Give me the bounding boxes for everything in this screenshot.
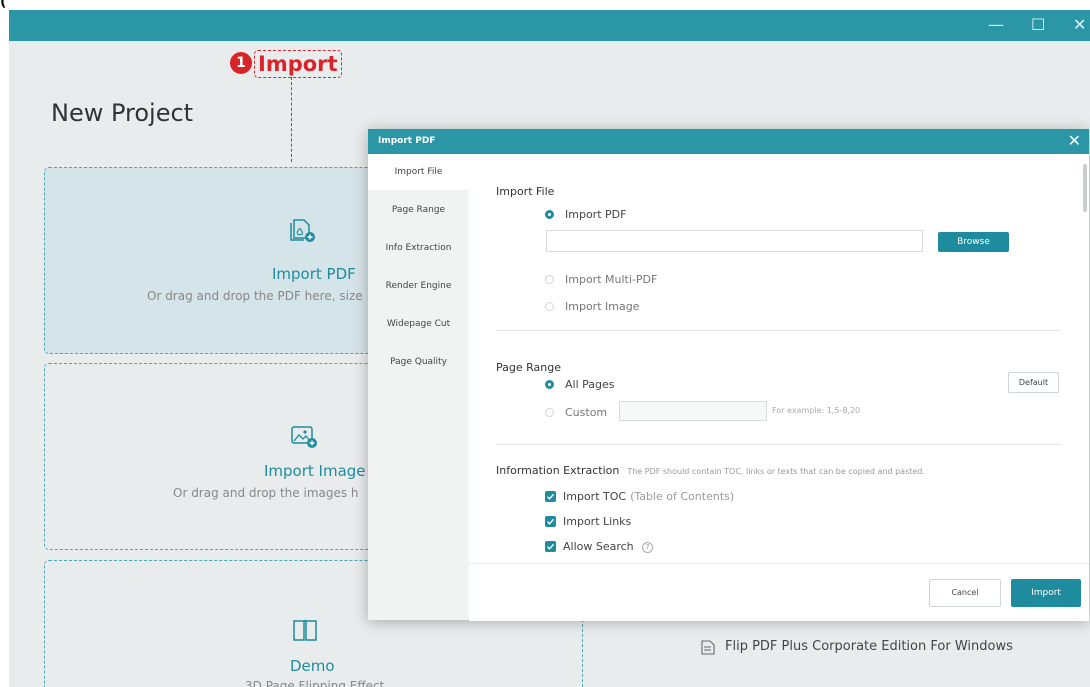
import-image-desc: Or drag and drop the images h (173, 486, 359, 500)
caption-fragment-text: ( (0, 0, 7, 10)
import-image-title: Import Image (264, 462, 366, 480)
document-icon (701, 640, 715, 655)
callout-number: 1 (230, 52, 252, 74)
import-pdf-radio-option[interactable]: Import PDF (545, 208, 626, 221)
nav-info-extraction[interactable]: Info Extraction (368, 230, 469, 266)
dialog-scrollbar[interactable] (1083, 164, 1087, 212)
import-multi-pdf-option[interactable]: Import Multi-PDF (545, 273, 657, 286)
default-button[interactable]: Default (1008, 372, 1059, 393)
allow-search-label: Allow Search (563, 540, 634, 553)
import-image-label: Import Image (565, 300, 640, 313)
custom-range-radio[interactable] (545, 408, 554, 417)
import-multi-pdf-label: Import Multi-PDF (565, 273, 658, 286)
allow-search-checkbox[interactable] (545, 541, 556, 552)
book-icon (293, 619, 317, 641)
demo-title: Demo (290, 657, 335, 675)
close-button[interactable]: ✕ (1073, 16, 1086, 34)
cancel-button[interactable]: Cancel (929, 579, 1001, 607)
import-toc-checkbox[interactable] (545, 491, 556, 502)
section-divider (496, 330, 1061, 331)
minimize-button[interactable]: — (988, 16, 1004, 34)
custom-range-example: For example: 1,5-8,20 (772, 406, 861, 415)
info-extraction-title: Information Extraction (496, 464, 620, 477)
caption-fragment: ( (0, 0, 40, 10)
custom-range-label: Custom (565, 406, 608, 419)
pdf-file-icon (290, 219, 315, 242)
dialog-title: Import PDF (378, 136, 436, 146)
custom-range-input[interactable] (619, 401, 767, 421)
callout-leader-line (291, 77, 292, 162)
import-file-heading: Import File (496, 185, 555, 198)
import-links-label: Import Links (563, 515, 632, 528)
checkmark-icon (547, 518, 555, 525)
browse-button[interactable]: Browse (938, 232, 1009, 252)
checkmark-icon (547, 543, 555, 550)
info-extraction-heading: Information Extraction The PDF should con… (496, 464, 925, 477)
demo-desc: 3D Page Flipping Effect (245, 679, 385, 687)
nav-page-range[interactable]: Page Range (368, 192, 469, 228)
dialog-title-bar: Import PDF ✕ (368, 129, 1089, 154)
nav-widepage-cut[interactable]: Widepage Cut (368, 306, 469, 342)
import-image-radio[interactable] (545, 302, 554, 311)
dialog-nav: Import File Page Range Info Extraction R… (368, 154, 469, 620)
import-pdf-dialog: Import PDF ✕ Import File Page Range Info… (368, 129, 1089, 621)
section-divider (496, 444, 1061, 445)
all-pages-radio[interactable] (545, 380, 554, 389)
import-toc-option[interactable]: Import TOC (Table of Contents) (545, 490, 734, 503)
import-pdf-desc: Or drag and drop the PDF here, size (147, 289, 363, 303)
pdf-path-input[interactable] (546, 230, 923, 252)
info-extraction-note: The PDF should contain TOC, links or tex… (627, 467, 925, 476)
help-icon[interactable]: ? (642, 542, 654, 553)
checkmark-icon (547, 493, 555, 500)
allow-search-option[interactable]: Allow Search ? (545, 540, 654, 553)
import-links-checkbox[interactable] (545, 516, 556, 527)
dialog-content: Import File Import PDF Browse Import Mul… (469, 154, 1077, 563)
dialog-footer: Cancel Import (469, 563, 1089, 621)
all-pages-option[interactable]: All Pages (545, 378, 615, 391)
import-pdf-radio[interactable] (545, 210, 554, 219)
all-pages-label: All Pages (565, 378, 615, 391)
import-multi-pdf-radio[interactable] (545, 275, 554, 284)
custom-range-option[interactable]: Custom (545, 406, 607, 419)
import-pdf-radio-label: Import PDF (565, 208, 627, 221)
app-title-bar: — ☐ ✕ (9, 10, 1090, 41)
import-pdf-title: Import PDF (272, 265, 356, 283)
nav-render-engine[interactable]: Render Engine (368, 268, 469, 304)
import-links-option[interactable]: Import Links (545, 515, 631, 528)
callout-label: Import (254, 50, 342, 78)
import-button[interactable]: Import (1011, 579, 1081, 607)
recent-item-label: Flip PDF Plus Corporate Edition For Wind… (725, 639, 1013, 654)
maximize-button[interactable]: ☐ (1031, 16, 1045, 34)
page-range-heading: Page Range (496, 361, 561, 374)
import-toc-sublabel: (Table of Contents) (630, 490, 735, 503)
dialog-close-icon[interactable]: ✕ (1068, 132, 1081, 150)
import-image-option[interactable]: Import Image (545, 300, 639, 313)
page-title: New Project (51, 99, 194, 127)
nav-page-quality[interactable]: Page Quality (368, 344, 469, 380)
import-toc-label: Import TOC (563, 490, 627, 503)
nav-import-file[interactable]: Import File (368, 154, 469, 190)
image-file-icon (291, 426, 317, 448)
